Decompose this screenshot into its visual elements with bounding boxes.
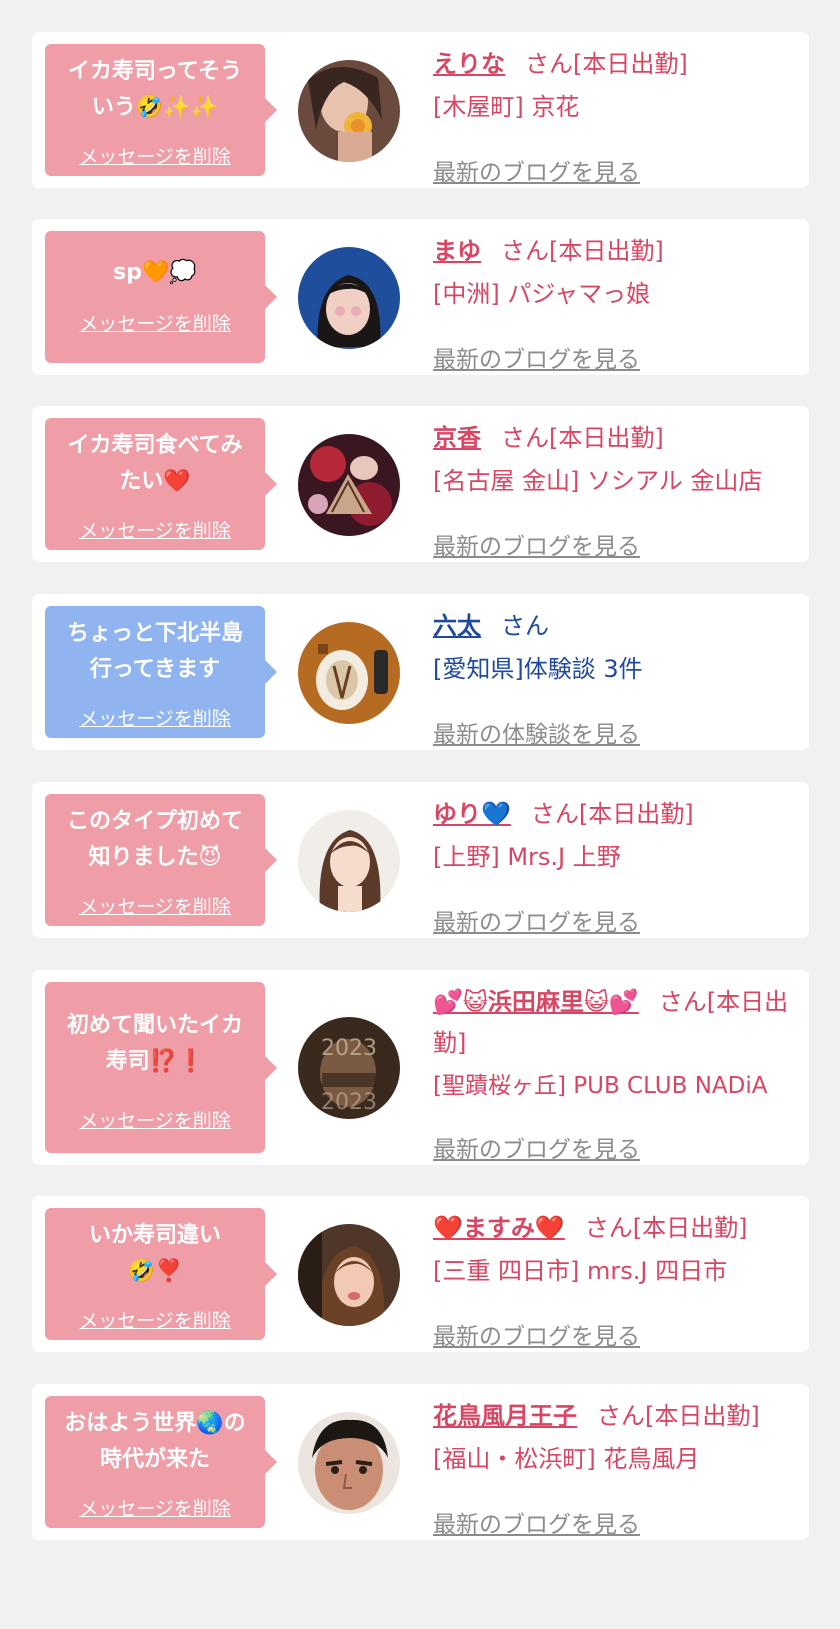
delete-message-link[interactable]: メッセージを削除 <box>45 1106 265 1133</box>
message-card: sp🧡💭 メッセージを削除 まゆ さん[本日出勤] [中洲] パジャマっ娘 最新の… <box>32 219 809 375</box>
latest-blog-link[interactable]: 最新のブログを見る <box>433 1505 640 1539</box>
name-line: ゆり💙 さん[本日出勤] <box>433 794 799 835</box>
cast-name-link[interactable]: 💕😺浜田麻里😺💕 <box>433 988 639 1016</box>
cast-name-link[interactable]: ゆり💙 <box>433 800 511 828</box>
man-face-photo-icon <box>298 1412 400 1514</box>
shop-name: [三重 四日市] mrs.J 四日市 <box>433 1257 728 1285</box>
latest-blog-link[interactable]: 最新のブログを見る <box>433 153 640 187</box>
review-count: [愛知県]体験談 3件 <box>433 655 643 683</box>
delete-message-link[interactable]: メッセージを削除 <box>45 516 265 543</box>
attendance-status: さん[本日出勤] <box>501 424 664 452</box>
name-line: 京香 さん[本日出勤] <box>433 418 799 459</box>
message-text: イカ寿司食べてみ たい❤️ <box>67 433 243 494</box>
latest-blog-link[interactable]: 最新のブログを見る <box>433 1130 640 1164</box>
kimono-fan-photo-icon <box>298 434 400 536</box>
woman-selfie-photo-icon <box>298 1224 400 1326</box>
avatar[interactable]: 2023 2023 <box>298 1017 400 1119</box>
name-line: まゆ さん[本日出勤] <box>433 231 799 272</box>
name-line: 六太 さん <box>433 606 799 647</box>
latest-blog-link[interactable]: 最新のブログを見る <box>433 527 640 561</box>
message-card: イカ寿司食べてみ たい❤️ メッセージを削除 京香 さん[本日出勤] [名古屋 金… <box>32 406 809 562</box>
delete-message-link[interactable]: メッセージを削除 <box>45 704 265 731</box>
message-bubble: sp🧡💭 メッセージを削除 <box>45 231 277 363</box>
shop-name: [聖蹟桜ヶ丘] PUB CLUB NADiA <box>433 1073 768 1099</box>
message-card: このタイプ初めて 知りました😈 メッセージを削除 ゆり💙 さん[本日出勤] [上野… <box>32 782 809 938</box>
delete-message-link[interactable]: メッセージを削除 <box>45 892 265 919</box>
avatar[interactable] <box>298 1412 400 1514</box>
avatar[interactable] <box>298 622 400 724</box>
message-list: イカ寿司ってそう いう🤣✨✨ メッセージを削除 えりな さん[本日出勤] [木屋町… <box>0 0 840 1629</box>
attendance-status: さん[本日出勤] <box>584 1214 748 1242</box>
message-text: おはよう世界🌏の 時代が来た <box>64 1411 246 1472</box>
message-bubble: いか寿司違い 🤣❣️ メッセージを削除 <box>45 1208 277 1340</box>
delete-message-link[interactable]: メッセージを削除 <box>45 309 265 336</box>
woman-with-flower-photo-icon <box>298 60 400 162</box>
latest-blog-link[interactable]: 最新のブログを見る <box>433 340 640 374</box>
dinner-plate-photo-icon <box>298 622 400 724</box>
cast-info: 京香 さん[本日出勤] [名古屋 金山] ソシアル 金山店 最新のブログを見る <box>433 418 799 560</box>
user-info: 六太 さん [愛知県]体験談 3件 最新の体験談を見る <box>433 606 799 748</box>
message-bubble: ちょっと下北半島 行ってきます メッセージを削除 <box>45 606 277 738</box>
svg-text:2023: 2023 <box>321 1090 377 1115</box>
delete-message-link[interactable]: メッセージを削除 <box>45 1494 265 1521</box>
message-bubble: イカ寿司ってそう いう🤣✨✨ メッセージを削除 <box>45 44 277 176</box>
avatar[interactable] <box>298 810 400 912</box>
name-line: 💕😺浜田麻里😺💕 さん[本日出勤] <box>433 982 799 1064</box>
message-text: 初めて聞いたイカ 寿司⁉️❗ <box>66 1013 243 1074</box>
avatar[interactable] <box>298 247 400 349</box>
cast-info: ❤️ますみ❤️ さん[本日出勤] [三重 四日市] mrs.J 四日市 最新のブロ… <box>433 1208 799 1350</box>
shop-name: [名古屋 金山] ソシアル 金山店 <box>433 467 763 495</box>
woman-long-hair-photo-icon <box>298 810 400 912</box>
latest-review-link[interactable]: 最新の体験談を見る <box>433 715 640 749</box>
cast-info: ゆり💙 さん[本日出勤] [上野] Mrs.J 上野 最新のブログを見る <box>433 794 799 936</box>
message-bubble: 初めて聞いたイカ 寿司⁉️❗ メッセージを削除 <box>45 982 277 1153</box>
message-card: いか寿司違い 🤣❣️ メッセージを削除 ❤️ますみ❤️ さん[本日出勤] [三重 … <box>32 1196 809 1352</box>
shop-name: [中洲] パジャマっ娘 <box>433 280 651 308</box>
cast-name-link[interactable]: ❤️ますみ❤️ <box>433 1214 565 1242</box>
name-line: ❤️ますみ❤️ さん[本日出勤] <box>433 1208 799 1249</box>
delete-message-link[interactable]: メッセージを削除 <box>45 142 265 169</box>
message-text: イカ寿司ってそう いう🤣✨✨ <box>67 59 243 120</box>
cast-info: まゆ さん[本日出勤] [中洲] パジャマっ娘 最新のブログを見る <box>433 231 799 373</box>
avatar[interactable] <box>298 1224 400 1326</box>
avatar[interactable] <box>298 434 400 536</box>
new-year-2023-photo-icon: 2023 2023 <box>298 1017 400 1119</box>
latest-blog-link[interactable]: 最新のブログを見る <box>433 1317 640 1351</box>
attendance-status: さん[本日出勤] <box>597 1402 760 1430</box>
name-line: 花鳥風月王子 さん[本日出勤] <box>433 1396 799 1437</box>
attendance-status: さん[本日出勤] <box>530 800 694 828</box>
message-bubble: イカ寿司食べてみ たい❤️ メッセージを削除 <box>45 418 277 550</box>
cast-name-link[interactable]: えりな <box>433 50 505 78</box>
message-card: イカ寿司ってそう いう🤣✨✨ メッセージを削除 えりな さん[本日出勤] [木屋町… <box>32 32 809 188</box>
cast-info: 💕😺浜田麻里😺💕 さん[本日出勤] [聖蹟桜ヶ丘] PUB CLUB NADiA … <box>433 982 799 1163</box>
shop-name: [福山・松浜町] 花鳥風月 <box>433 1445 700 1473</box>
woman-blue-background-photo-icon <box>298 247 400 349</box>
attendance-status: さん[本日出勤] <box>501 237 664 265</box>
shop-name: [上野] Mrs.J 上野 <box>433 843 621 871</box>
message-text: このタイプ初めて 知りました😈 <box>66 809 243 870</box>
cast-name-link[interactable]: 花鳥風月王子 <box>433 1402 577 1430</box>
message-card: 初めて聞いたイカ 寿司⁉️❗ メッセージを削除 2023 2023 💕😺浜田麻里… <box>32 970 809 1165</box>
message-card: おはよう世界🌏の 時代が来た メッセージを削除 花鳥風月王子 さん[本日出勤] [… <box>32 1384 809 1540</box>
avatar[interactable] <box>298 60 400 162</box>
attendance-status: さん[本日出勤] <box>525 50 688 78</box>
svg-text:2023: 2023 <box>321 1036 377 1061</box>
user-name-link[interactable]: 六太 <box>433 612 481 640</box>
cast-name-link[interactable]: 京香 <box>433 424 481 452</box>
message-text: ちょっと下北半島 行ってきます <box>66 621 243 682</box>
message-text: sp🧡💭 <box>113 260 197 285</box>
cast-name-link[interactable]: まゆ <box>433 237 481 265</box>
message-card: ちょっと下北半島 行ってきます メッセージを削除 六太 さん [愛知県]体験談 3… <box>32 594 809 750</box>
delete-message-link[interactable]: メッセージを削除 <box>45 1306 265 1333</box>
cast-info: えりな さん[本日出勤] [木屋町] 京花 最新のブログを見る <box>433 44 799 186</box>
cast-info: 花鳥風月王子 さん[本日出勤] [福山・松浜町] 花鳥風月 最新のブログを見る <box>433 1396 799 1538</box>
shop-name: [木屋町] 京花 <box>433 93 580 121</box>
message-bubble: おはよう世界🌏の 時代が来た メッセージを削除 <box>45 1396 277 1528</box>
message-text: いか寿司違い 🤣❣️ <box>88 1223 221 1284</box>
latest-blog-link[interactable]: 最新のブログを見る <box>433 903 640 937</box>
name-suffix: さん <box>501 612 549 640</box>
name-line: えりな さん[本日出勤] <box>433 44 799 85</box>
message-bubble: このタイプ初めて 知りました😈 メッセージを削除 <box>45 794 277 926</box>
